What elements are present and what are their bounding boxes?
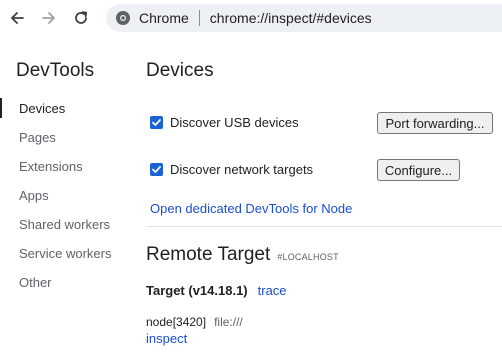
sidebar-item-label: Apps — [19, 187, 49, 203]
address-bar[interactable]: Chrome chrome://inspect/#devices — [106, 4, 502, 32]
sidebar-item-other[interactable]: Other — [0, 270, 120, 294]
process-name: node[3420] — [146, 315, 207, 329]
open-node-devtools-link[interactable]: Open dedicated DevTools for Node — [150, 201, 352, 216]
chrome-site-icon[interactable] — [114, 9, 132, 27]
sidebar-item-extensions[interactable]: Extensions — [0, 154, 120, 178]
browser-toolbar: Chrome chrome://inspect/#devices — [0, 0, 502, 36]
address-divider — [198, 10, 200, 26]
discover-usb-label: Discover USB devices — [170, 115, 299, 130]
sidebar-item-service-workers[interactable]: Service workers — [0, 241, 120, 265]
process-row: node[3420] file:/// — [146, 315, 243, 329]
section-divider — [146, 226, 502, 227]
back-button[interactable] — [4, 6, 30, 30]
sidebar-item-label: Devices — [19, 100, 66, 116]
remote-target-heading: Remote Target #LOCALHOST — [146, 244, 339, 266]
forward-button[interactable] — [36, 6, 62, 30]
sidebar-item-pages[interactable]: Pages — [0, 125, 120, 149]
sidebar-item-label: Service workers — [19, 245, 112, 261]
port-forwarding-button[interactable]: Port forwarding... — [377, 112, 493, 134]
configure-button[interactable]: Configure... — [377, 159, 460, 181]
sidebar-item-devices[interactable]: Devices — [0, 96, 120, 120]
remote-target-title: Remote Target — [146, 244, 271, 265]
target-row: Target (v14.18.1) trace — [146, 283, 287, 298]
sidebar-item-label: Extensions — [19, 158, 83, 174]
page-title: Devices — [146, 60, 214, 81]
remote-target-host: #LOCALHOST — [277, 252, 339, 262]
checkmark-icon — [152, 166, 161, 173]
discover-usb-checkbox[interactable] — [150, 116, 163, 129]
discover-network-checkbox[interactable] — [150, 163, 163, 176]
discover-network-row: Discover network targets — [150, 162, 313, 177]
forward-arrow-icon — [42, 12, 55, 24]
target-name: Target (v14.18.1) — [146, 283, 248, 298]
back-arrow-icon — [11, 12, 24, 24]
reload-icon — [75, 11, 88, 24]
sidebar-item-label: Pages — [19, 129, 56, 145]
site-name: Chrome — [139, 10, 189, 26]
discover-network-label: Discover network targets — [170, 162, 314, 177]
reload-button[interactable] — [68, 6, 94, 30]
sidebar-item-label: Shared workers — [19, 216, 111, 232]
inspect-link[interactable]: inspect — [146, 331, 187, 346]
sidebar-item-label: Other — [19, 274, 52, 290]
trace-link[interactable]: trace — [258, 283, 287, 298]
sidebar-item-apps[interactable]: Apps — [0, 183, 120, 207]
checkmark-icon — [152, 119, 161, 126]
process-url: file:/// — [214, 315, 243, 329]
sidebar-title: DevTools — [16, 60, 95, 81]
discover-usb-row: Discover USB devices — [150, 115, 299, 130]
sidebar-item-shared-workers[interactable]: Shared workers — [0, 212, 120, 236]
url-text[interactable]: chrome://inspect/#devices — [210, 10, 372, 26]
